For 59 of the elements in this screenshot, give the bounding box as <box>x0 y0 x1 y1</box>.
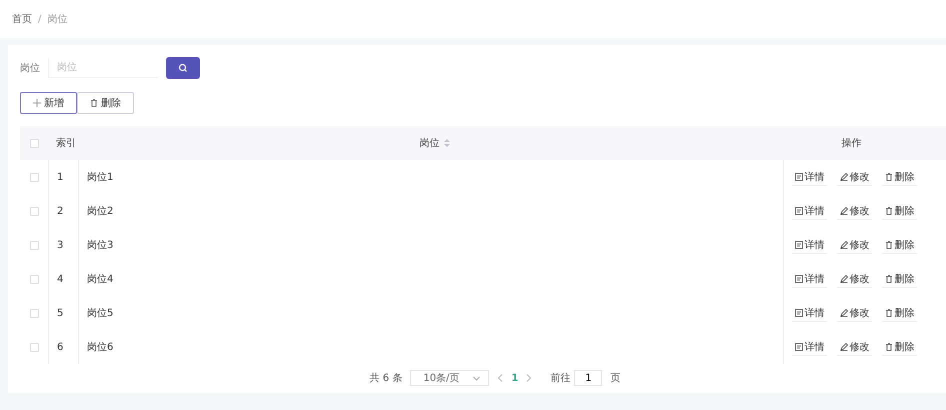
trash-icon <box>90 99 98 107</box>
document-icon <box>794 206 802 214</box>
row-checkbox[interactable] <box>30 172 38 182</box>
search-icon <box>178 63 188 73</box>
header-checkbox[interactable] <box>30 138 38 148</box>
document-icon <box>794 308 802 316</box>
table-cell: 6 <box>57 342 64 352</box>
page-size-select[interactable]: 10条/页 <box>410 370 490 386</box>
goto-label: 前往 <box>550 372 570 385</box>
previous-page-icon[interactable] <box>497 374 504 382</box>
plus-icon <box>33 99 41 107</box>
chevron-down-icon <box>473 376 480 380</box>
pencil-icon <box>840 342 848 350</box>
trash-icon <box>884 308 892 316</box>
table-cell: 4 <box>57 274 64 284</box>
document-icon <box>794 240 802 248</box>
table-cell-text: 岗位3 <box>87 238 114 252</box>
toolbar-button[interactable]: 删除 <box>77 92 134 114</box>
row-checkbox[interactable] <box>30 206 38 216</box>
goto-suffix: 页 <box>610 372 620 385</box>
row-checkbox[interactable] <box>30 342 38 352</box>
breadcrumb-separator: / <box>38 14 42 24</box>
breadcrumb-item[interactable]: 首页 <box>12 12 32 26</box>
trash-icon <box>884 172 892 180</box>
row-checkbox[interactable] <box>30 308 38 318</box>
table-cell: 5 <box>57 308 64 318</box>
table-cell: 1 <box>57 172 64 182</box>
table-cell: 2 <box>57 206 64 216</box>
document-icon <box>794 172 802 180</box>
sort-icon[interactable] <box>444 139 450 147</box>
search-field[interactable]: 岗位 <box>48 58 158 78</box>
search-label: 岗位 <box>20 62 40 75</box>
row-checkbox[interactable] <box>30 274 38 284</box>
table-cell-text: 岗位1 <box>87 170 114 184</box>
pencil-icon <box>840 274 848 282</box>
trash-icon <box>884 274 892 282</box>
document-icon <box>794 274 802 282</box>
table-cell-text: 岗位2 <box>87 204 114 218</box>
row-checkbox[interactable] <box>30 240 38 250</box>
pencil-icon <box>840 206 848 214</box>
trash-icon <box>884 240 892 248</box>
total-count: 共 6 条 <box>370 372 402 385</box>
pencil-icon <box>840 172 848 180</box>
column-header: 操作 <box>842 137 862 150</box>
column-header: 索引 <box>56 136 76 150</box>
toolbar-button[interactable]: 新增 <box>20 92 77 114</box>
search-button[interactable] <box>166 57 200 79</box>
table-cell-text: 岗位5 <box>87 306 114 320</box>
column-header[interactable]: 岗位 <box>420 136 440 150</box>
trash-icon <box>884 342 892 350</box>
document-icon <box>794 342 802 350</box>
goto-page-field[interactable]: 1 <box>574 370 602 386</box>
next-page-icon[interactable] <box>526 374 532 382</box>
table-cell-text: 岗位4 <box>87 272 114 286</box>
table-cell: 3 <box>57 240 64 250</box>
trash-icon <box>884 206 892 214</box>
table-cell-text: 岗位6 <box>87 340 114 354</box>
pencil-icon <box>840 240 848 248</box>
pencil-icon <box>840 308 848 316</box>
